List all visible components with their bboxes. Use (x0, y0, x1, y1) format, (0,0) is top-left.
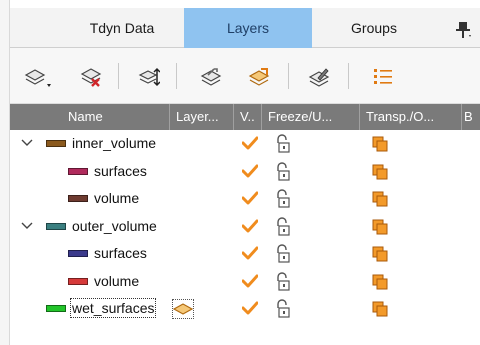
delete-layer-icon[interactable] (80, 66, 102, 88)
layer-label[interactable]: surfaces (94, 245, 147, 261)
column-freeze[interactable]: Freeze/U... (262, 104, 360, 130)
layer-row[interactable]: inner_volume (10, 130, 480, 158)
active-layer-icon[interactable] (172, 299, 194, 319)
panel-left-edge (0, 0, 10, 345)
visible-check-icon[interactable] (241, 164, 259, 178)
layer-label[interactable]: volume (94, 190, 139, 206)
tab-tdyn-data[interactable]: Tdyn Data (58, 8, 186, 48)
transparency-icon[interactable] (372, 136, 388, 152)
unlock-icon[interactable] (273, 244, 293, 264)
new-layer-icon[interactable] (24, 66, 51, 88)
layer-on-icon[interactable] (248, 66, 270, 88)
unlock-icon[interactable] (273, 189, 293, 209)
column-visible[interactable]: V.. (234, 104, 262, 130)
layer-row[interactable]: volume (10, 268, 480, 296)
transparency-icon[interactable] (372, 301, 388, 317)
layer-label[interactable]: wet_surfaces (69, 298, 157, 318)
layer-label[interactable]: surfaces (94, 163, 147, 179)
unlock-icon[interactable] (273, 216, 293, 237)
transparency-icon[interactable] (372, 274, 388, 290)
toolbar-separator (176, 63, 177, 89)
tab-groups[interactable]: Groups (310, 8, 438, 48)
column-layer[interactable]: Layer... (170, 104, 234, 130)
layer-row[interactable]: volume (10, 185, 480, 213)
layer-color-swatch[interactable] (68, 167, 88, 175)
layer-label[interactable]: inner_volume (72, 135, 156, 151)
toolbar-separator (118, 63, 119, 89)
transparency-icon[interactable] (372, 164, 388, 180)
rename-layer-icon[interactable] (308, 66, 330, 88)
layer-label[interactable]: volume (94, 273, 139, 289)
layer-color-swatch[interactable] (68, 250, 88, 257)
list-icon[interactable] (372, 66, 394, 88)
transparency-icon[interactable] (372, 246, 388, 262)
transparency-icon[interactable] (372, 191, 388, 207)
layer-color-swatch[interactable] (68, 195, 88, 202)
layers-toolbar (10, 48, 480, 104)
layer-color-swatch[interactable] (68, 277, 88, 285)
layer-tree: inner_volume surfaces volume outer_volume su… (10, 130, 480, 323)
unlock-icon[interactable] (273, 271, 293, 292)
move-layer-icon[interactable] (138, 66, 161, 88)
chevron-down-icon[interactable] (20, 219, 34, 233)
column-b[interactable]: B (462, 104, 480, 130)
toolbar-separator (288, 63, 289, 89)
visible-check-icon[interactable] (241, 301, 259, 315)
layer-settings-icon[interactable] (200, 66, 222, 88)
visible-check-icon[interactable] (241, 219, 259, 233)
layers-panel: Tdyn Data Layers Groups Name Layer... V.… (0, 0, 480, 345)
unlock-icon[interactable] (273, 161, 293, 182)
visible-check-icon[interactable] (241, 191, 259, 205)
layer-color-swatch[interactable] (46, 305, 66, 312)
column-header: Name Layer... V.. Freeze/U... Transp./O.… (10, 104, 480, 130)
layer-color-swatch[interactable] (46, 222, 66, 230)
layer-row[interactable]: wet_surfaces (10, 295, 480, 323)
transparency-icon[interactable] (372, 219, 388, 235)
visible-check-icon[interactable] (241, 246, 259, 260)
toolbar-separator (348, 63, 349, 89)
column-transparency[interactable]: Transp./O... (360, 104, 462, 130)
layer-row[interactable]: surfaces (10, 240, 480, 268)
unlock-icon[interactable] (273, 299, 293, 319)
chevron-down-icon[interactable] (20, 136, 34, 150)
tab-bar: Tdyn Data Layers Groups (10, 8, 480, 48)
layer-row[interactable]: outer_volume (10, 213, 480, 241)
visible-check-icon[interactable] (241, 136, 259, 150)
layer-row[interactable]: surfaces (10, 158, 480, 186)
column-name[interactable]: Name (10, 104, 170, 130)
visible-check-icon[interactable] (241, 274, 259, 288)
tab-layers[interactable]: Layers (184, 8, 312, 48)
pin-icon[interactable] (453, 20, 473, 40)
layer-color-swatch[interactable] (46, 140, 66, 147)
unlock-icon[interactable] (273, 134, 293, 154)
layer-label[interactable]: outer_volume (72, 218, 157, 234)
